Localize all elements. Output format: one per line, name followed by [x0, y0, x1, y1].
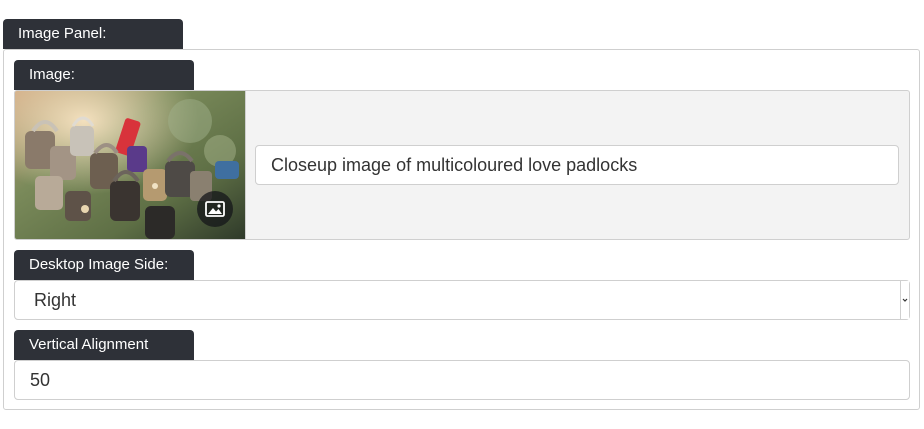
dropdown-arrow-icon[interactable]: [900, 281, 909, 319]
vertical-alignment-input[interactable]: [14, 360, 910, 400]
desktop-image-side-value: Right: [34, 290, 77, 310]
image-thumbnail[interactable]: [15, 91, 246, 239]
desktop-image-side-label: Desktop Image Side:: [14, 250, 194, 280]
image-label: Image:: [14, 60, 194, 90]
desktop-image-side-select[interactable]: Right: [14, 280, 910, 320]
vertical-alignment-label: Vertical Alignment (%):: [14, 330, 194, 383]
image-field: [14, 90, 910, 240]
image-alt-text-input[interactable]: [255, 145, 899, 185]
image-panel-tab: Image Panel:: [3, 19, 183, 49]
image-icon[interactable]: [197, 191, 233, 227]
